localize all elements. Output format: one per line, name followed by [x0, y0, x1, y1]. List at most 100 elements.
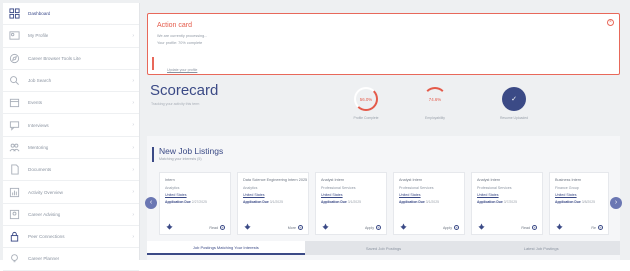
deadline-label: Application Due [477, 200, 503, 204]
job-location: United States [477, 193, 499, 197]
job-location: United States [399, 193, 421, 197]
job-card[interactable]: Analyst Intern Professional Services Unite… [393, 172, 465, 235]
job-action[interactable]: More + [288, 225, 303, 230]
job-action[interactable]: Read + [521, 225, 537, 230]
job-card[interactable]: Analyst Intern Professional Services Unite… [315, 172, 387, 235]
job-action[interactable]: Read + [209, 225, 225, 230]
jobs-subtitle: Matching your interests (5) [159, 157, 202, 161]
job-action[interactable]: Apply + [365, 225, 381, 230]
sidebar-item-my-profile[interactable]: My Profile › [3, 25, 139, 48]
deadline-date: 3/1/2025 [425, 200, 439, 204]
gauge-resume[interactable]: ✓ Resume Uploaded [494, 87, 534, 120]
pin-icon[interactable] [478, 223, 485, 230]
job-action[interactable]: Re + [591, 225, 603, 230]
gauge-profile[interactable]: 56.0% Profile Complete [346, 87, 386, 120]
prev-arrow-icon[interactable]: ‹ [145, 197, 157, 209]
plus-icon: + [532, 225, 537, 230]
job-deadline: Application Due 3/8/2025 [555, 200, 595, 204]
job-tabs: Job Postings Matching Your Interests Sav… [147, 241, 621, 255]
lock-icon [9, 231, 20, 242]
sidebar-item-job-search[interactable]: Job Search › [3, 70, 139, 93]
alert-card: Action card We are currently processing.… [147, 13, 620, 75]
chevron-right-icon: › [132, 122, 134, 129]
job-title[interactable]: Analyst Intern [477, 178, 541, 182]
sidebar-item-career-planner[interactable]: Career Planner [3, 248, 139, 271]
pin-icon[interactable] [556, 223, 563, 230]
gauge-caption: Employability [425, 116, 445, 120]
sidebar-item-career-browser-tools-lite[interactable]: Career Browser Tools Lite [3, 48, 139, 70]
job-deadline: Application Due 2/27/2025 [165, 200, 207, 204]
sidebar-item-documents[interactable]: Documents › [3, 159, 139, 182]
chevron-right-icon: › [132, 189, 134, 196]
sidebar-item-label: Peer Connections [28, 234, 65, 240]
job-action-label: Read [209, 225, 218, 230]
user-icon [9, 209, 20, 220]
tab-matching[interactable]: Job Postings Matching Your Interests [147, 241, 305, 255]
job-location: United States [165, 193, 187, 197]
job-title[interactable]: Analyst Intern [321, 178, 385, 182]
job-title[interactable]: Intern [165, 178, 229, 182]
main-content: Action card We are currently processing.… [142, 3, 628, 260]
pin-icon[interactable] [244, 223, 251, 230]
job-listings-section: New Job Listings Matching your interests… [145, 136, 622, 260]
tab-saved[interactable]: Saved Job Postings [304, 241, 463, 255]
sidebar-item-activity-overview[interactable]: Activity Overview › [3, 181, 139, 204]
deadline-label: Application Due [555, 200, 581, 204]
sidebar-item-label: Events [28, 100, 43, 106]
job-location: United States [243, 193, 265, 197]
chevron-right-icon: › [132, 211, 134, 218]
pin-icon[interactable] [400, 223, 407, 230]
job-company: Professional Services [321, 186, 356, 190]
job-title[interactable]: Data Science Engineering Intern 2025 [243, 178, 307, 182]
job-title[interactable]: Analyst Intern [399, 178, 463, 182]
sidebar-item-label: Career Planner [28, 256, 60, 262]
sidebar-item-career-advising[interactable]: Career Advising › [3, 204, 139, 226]
job-action-label: Read [521, 225, 530, 230]
scorecard: Scorecard Tracking your activity this te… [147, 79, 620, 134]
close-icon[interactable]: × [607, 19, 614, 26]
next-arrow-icon[interactable]: › [610, 197, 622, 209]
deadline-date: 2/27/2025 [191, 200, 207, 204]
plus-icon: + [598, 225, 603, 230]
sidebar-item-events[interactable]: Events › [3, 92, 139, 115]
section-accent-bar [152, 147, 154, 162]
job-card[interactable]: Business Intern Finance Group United State… [549, 172, 609, 235]
job-card[interactable]: Intern Analytics United States Application … [159, 172, 231, 235]
alert-line-1: We are currently processing... [157, 34, 208, 38]
job-company: Analytics [243, 186, 258, 190]
alert-link[interactable]: Update your profile [167, 68, 197, 72]
grid-icon [9, 8, 20, 19]
plus-icon: + [220, 225, 225, 230]
gauge-employability[interactable]: 74.6% Employability [415, 87, 455, 120]
sidebar-item-interviews[interactable]: Interviews › [3, 114, 139, 137]
job-action-label: Re [591, 225, 596, 230]
deadline-date: 3/1/2025 [269, 200, 283, 204]
chevron-right-icon: › [132, 100, 134, 107]
sidebar-item-mentoring[interactable]: Mentoring › [3, 137, 139, 160]
deadline-label: Application Due [399, 200, 425, 204]
alert-accent-bar [152, 57, 154, 70]
job-title[interactable]: Business Intern [555, 178, 619, 182]
deadline-label: Application Due [321, 200, 347, 204]
job-deadline: Application Due 3/1/2025 [399, 200, 439, 204]
job-card[interactable]: Analyst Intern Professional Services Unite… [471, 172, 543, 235]
tab-latest[interactable]: Latest Job Postings [462, 241, 621, 255]
pin-icon[interactable] [322, 223, 329, 230]
sidebar-item-peer-connections[interactable]: Peer Connections › [3, 226, 139, 249]
pin-icon[interactable] [166, 223, 173, 230]
plus-icon: + [298, 225, 303, 230]
document-icon [9, 164, 20, 175]
id-card-icon [9, 30, 20, 41]
sidebar-item-dashboard[interactable]: Dashboard [3, 3, 139, 26]
job-location: United States [555, 193, 577, 197]
gauge-caption: Resume Uploaded [499, 116, 529, 120]
chevron-right-icon: › [132, 77, 134, 84]
sidebar-item-label: Interviews [28, 122, 49, 128]
gauge-ring: 74.6% [423, 87, 447, 111]
chevron-right-icon: › [132, 167, 134, 174]
deadline-label: Application Due [243, 200, 269, 204]
job-card[interactable]: Data Science Engineering Intern 2025 Anal… [237, 172, 309, 235]
job-action[interactable]: Apply + [443, 225, 459, 230]
job-deadline: Application Due 3/7/2025 [477, 200, 517, 204]
scorecard-title: Scorecard [150, 82, 219, 99]
